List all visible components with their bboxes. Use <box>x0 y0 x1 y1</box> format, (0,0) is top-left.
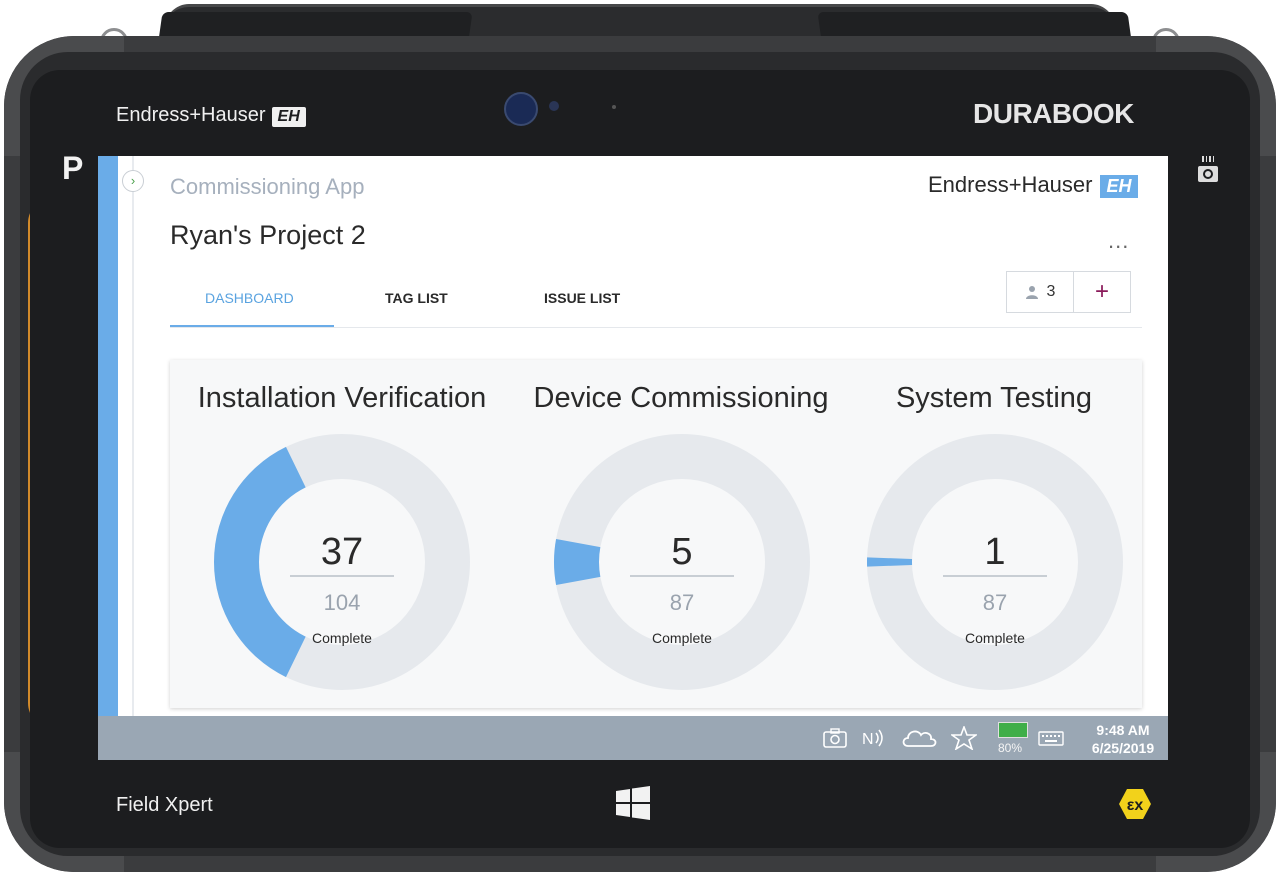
taskbar: N 80% 9:48 AM 6/25/2019 <box>98 716 1168 760</box>
tab-tag-list[interactable]: TAG LIST <box>385 290 448 306</box>
light-sensor <box>549 101 559 111</box>
nfc-icon[interactable]: N <box>860 726 886 750</box>
donut-total-count: 87 <box>983 590 1007 615</box>
clock-date[interactable]: 6/25/2019 <box>1078 740 1168 756</box>
cloud-icon[interactable] <box>900 726 938 750</box>
donut-testing[interactable]: 1 87 Complete <box>865 432 1125 692</box>
donut-progress-arc <box>213 446 306 678</box>
header-brand-text: Endress+Hauser <box>928 172 1093 197</box>
expand-sidebar-button[interactable]: › <box>122 170 144 192</box>
clock-time[interactable]: 9:48 AM <box>1088 722 1158 738</box>
donut-complete-count: 1 <box>984 531 1005 573</box>
add-button[interactable]: + <box>1073 271 1131 313</box>
tab-dashboard[interactable]: DASHBOARD <box>205 290 294 306</box>
screen: › Commissioning App Endress+Hauser EH Rya… <box>98 156 1168 760</box>
chevron-right-icon: › <box>130 173 136 188</box>
more-options-icon[interactable]: ... <box>1108 228 1129 254</box>
side-drawer-bar[interactable] <box>98 156 118 716</box>
users-button[interactable]: 3 <box>1006 271 1074 313</box>
donut-label: Complete <box>312 630 372 646</box>
card-title-commissioning: Device Commissioning <box>533 382 829 414</box>
side-divider <box>132 156 134 716</box>
model-name: Field Xpert <box>116 794 213 816</box>
star-icon[interactable] <box>951 726 977 750</box>
donut-total-count: 87 <box>670 590 694 615</box>
indicator-led <box>612 105 616 109</box>
donut-progress-arc <box>554 539 601 585</box>
plus-icon: + <box>1094 278 1109 305</box>
app-title: Commissioning App <box>170 174 365 199</box>
tab-divider <box>170 327 1142 328</box>
eh-logo: EH <box>1100 175 1138 198</box>
ex-certification-icon: εx <box>1119 789 1151 819</box>
tab-issue-list[interactable]: ISSUE LIST <box>544 290 620 306</box>
durabook-logo: DURABOOK <box>973 98 1134 129</box>
donut-label: Complete <box>965 630 1025 646</box>
donut-complete-count: 5 <box>671 531 692 573</box>
user-icon <box>1025 286 1038 299</box>
svg-text:N: N <box>862 731 874 748</box>
card-title-installation: Installation Verification <box>197 382 487 414</box>
donut-label: Complete <box>652 630 712 646</box>
bezel-brand: Endress+Hauser EH <box>116 104 306 127</box>
svg-text:εx: εx <box>1127 797 1144 814</box>
keyboard-icon[interactable] <box>1038 726 1064 750</box>
camera-scan-icon[interactable] <box>1196 156 1220 184</box>
donut-commissioning[interactable]: 5 87 Complete <box>552 432 812 692</box>
front-camera <box>504 92 538 126</box>
card-title-testing: System Testing <box>895 382 1093 414</box>
donut-installation[interactable]: 37 104 Complete <box>212 432 472 692</box>
programmable-key[interactable]: P <box>62 150 83 187</box>
windows-icon[interactable] <box>616 786 650 820</box>
bezel-brand-logo: EH <box>271 107 306 127</box>
dashboard-card: Installation Verification Device Commiss… <box>170 360 1142 708</box>
camera-icon[interactable] <box>822 726 848 750</box>
active-tab-indicator <box>170 325 334 327</box>
page-title: Ryan's Project 2 <box>170 220 366 250</box>
donut-total-count: 104 <box>324 590 361 615</box>
donut-complete-count: 37 <box>321 531 363 573</box>
header-brand: Endress+Hauser EH <box>928 172 1138 198</box>
bezel-brand-text: Endress+Hauser <box>116 104 266 126</box>
donut-progress-arc <box>867 557 913 567</box>
battery-icon[interactable] <box>998 722 1028 738</box>
battery-percent: 80% <box>998 741 1023 755</box>
user-count: 3 <box>1046 283 1056 300</box>
